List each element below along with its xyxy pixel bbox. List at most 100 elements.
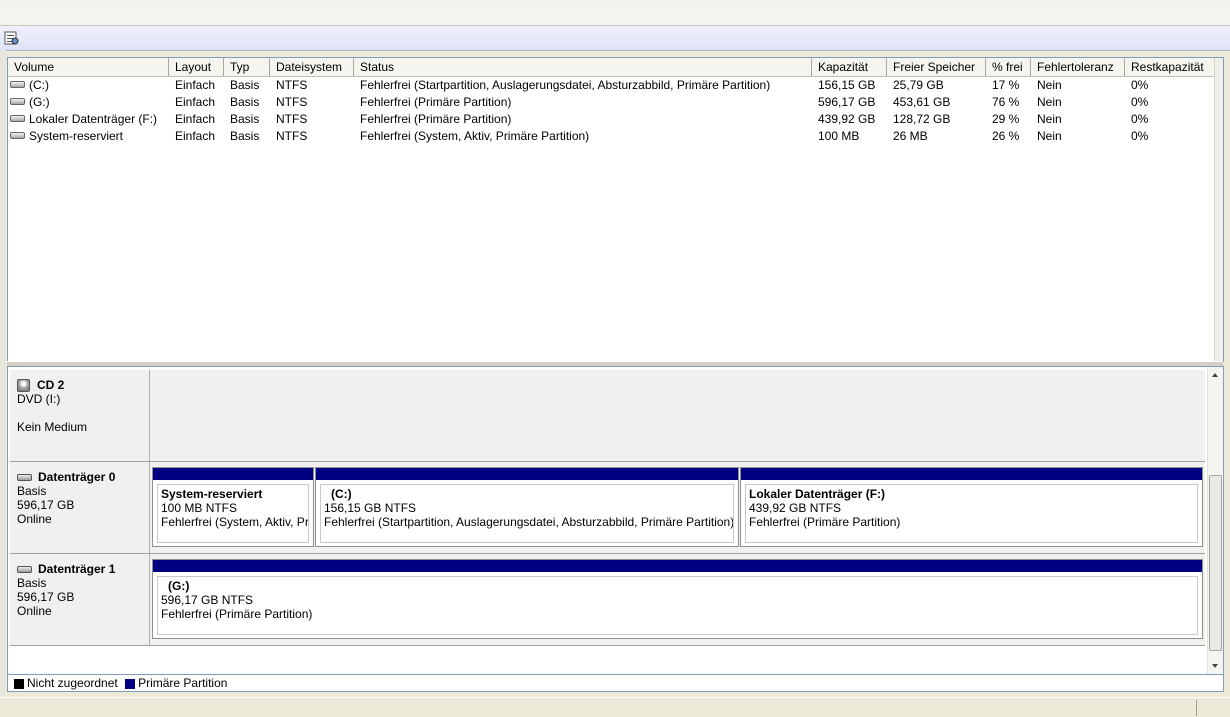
disk-name: CD 2 xyxy=(17,378,149,392)
disk-type: Basis xyxy=(17,484,47,498)
volume-row-f[interactable]: Lokaler Datenträger (F:) Einfach Basis N… xyxy=(8,111,1223,128)
column-header-status[interactable]: Status xyxy=(354,58,812,76)
disk-map-scrollbar[interactable] xyxy=(1207,367,1223,674)
disk-row-cd2[interactable]: CD 2 DVD (I:) Kein Medium xyxy=(10,370,1205,462)
volume-name: System-reserviert xyxy=(29,129,124,143)
disk-type: DVD (I:) xyxy=(17,392,61,406)
volume-cell-overhead: 0% xyxy=(1131,95,1149,109)
volume-row-system-reserved[interactable]: System-reserviert Einfach Basis NTFS Feh… xyxy=(8,128,1223,145)
partition-name: (G:) xyxy=(168,579,190,593)
volume-list: Volume Layout Typ Dateisystem Status Kap… xyxy=(7,57,1224,362)
partition-body: Lokaler Datenträger (F:) 439,92 GB NTFS … xyxy=(745,484,1198,543)
volume-cell-type: Basis xyxy=(230,78,260,92)
volume-cell-layout: Einfach xyxy=(175,78,216,92)
volume-cell-status: Fehlerfrei (System, Aktiv, Primäre Parti… xyxy=(360,129,590,143)
volume-cell-overhead: 0% xyxy=(1131,78,1149,92)
volume-cell-free-space: 25,79 GB xyxy=(893,78,944,92)
scroll-down-arrow-icon[interactable] xyxy=(1212,664,1218,668)
volume-cell-percent-free: 29 % xyxy=(992,112,1020,126)
column-header-free-space[interactable]: Freier Speicher xyxy=(887,58,986,76)
volume-cell-layout: Einfach xyxy=(175,112,216,126)
column-header-overhead[interactable]: Restkapazität xyxy=(1125,58,1215,76)
volume-cell-fault-tolerance: Nein xyxy=(1037,78,1062,92)
column-header-fault-tolerance[interactable]: Fehlertoleranz xyxy=(1031,58,1125,76)
volume-list-header: Volume Layout Typ Dateisystem Status Kap… xyxy=(8,58,1223,77)
partition-body: (G:) 596,17 GB NTFS Fehlerfrei (Primäre … xyxy=(157,576,1198,635)
volume-name: (C:) xyxy=(29,78,49,92)
volume-cell-free-space: 128,72 GB xyxy=(893,112,951,126)
partition-c[interactable]: (C:) 156,15 GB NTFS Fehlerfrei (Startpar… xyxy=(315,467,739,547)
legend-primary: Primäre Partition xyxy=(138,676,228,690)
unallocated-swatch xyxy=(14,678,24,689)
disk-state: Online xyxy=(17,512,52,526)
disk-title: Datenträger 1 xyxy=(38,562,116,576)
volume-cell-type: Basis xyxy=(230,129,260,143)
volume-list-scrollbar[interactable] xyxy=(1214,58,1223,361)
partition-bar xyxy=(741,468,1202,480)
disk-size: 596,17 GB xyxy=(17,498,75,512)
volume-cell-capacity: 100 MB xyxy=(818,129,860,143)
drive-icon xyxy=(10,98,25,106)
disk-title: CD 2 xyxy=(37,378,65,392)
status-separator xyxy=(1196,700,1197,716)
disk-type: Basis xyxy=(17,576,47,590)
volume-cell-filesystem: NTFS xyxy=(276,112,308,126)
partition-name: Lokaler Datenträger (F:) xyxy=(749,487,886,501)
volume-cell-filesystem: NTFS xyxy=(276,78,308,92)
volume-cell-filesystem: NTFS xyxy=(276,129,308,143)
disk-title: Datenträger 0 xyxy=(38,470,116,484)
disk-size xyxy=(17,406,149,420)
partition-status: Fehlerfrei (Primäre Partition) xyxy=(749,515,901,529)
volume-cell-layout: Einfach xyxy=(175,95,216,109)
partition-status: Fehlerfrei (System, Aktiv, Primäre Parti… xyxy=(161,515,309,529)
volume-cell-capacity: 596,17 GB xyxy=(818,95,876,109)
menu-bar xyxy=(0,8,1230,26)
volume-cell-name: (C:) xyxy=(8,77,169,94)
volume-cell-capacity: 439,92 GB xyxy=(818,112,876,126)
column-header-volume[interactable]: Volume xyxy=(8,58,169,76)
properties-icon[interactable] xyxy=(3,30,19,46)
column-header-capacity[interactable]: Kapazität xyxy=(812,58,887,76)
partition-name: (C:) xyxy=(331,487,352,501)
hard-disk-icon xyxy=(17,473,32,481)
volume-cell-name: Lokaler Datenträger (F:) xyxy=(8,111,169,128)
volume-cell-name: System-reserviert xyxy=(8,128,169,145)
disk-state: Online xyxy=(17,604,52,618)
volume-name: Lokaler Datenträger (F:) xyxy=(29,112,158,126)
volume-cell-status: Fehlerfrei (Startpartition, Auslagerungs… xyxy=(360,78,771,92)
cd-drive-icon xyxy=(17,378,30,392)
scroll-up-arrow-icon[interactable] xyxy=(1212,373,1218,377)
drive-icon xyxy=(10,132,25,140)
disk-map: CD 2 DVD (I:) Kein Medium Datenträger 0 … xyxy=(7,366,1224,675)
volume-cell-type: Basis xyxy=(230,112,260,126)
volume-cell-fault-tolerance: Nein xyxy=(1037,95,1062,109)
volume-row-c[interactable]: (C:) Einfach Basis NTFS Fehlerfrei (Star… xyxy=(8,77,1223,94)
partition-body: (C:) 156,15 GB NTFS Fehlerfrei (Startpar… xyxy=(320,484,734,543)
primary-partition-swatch xyxy=(125,678,136,689)
disk-row-1[interactable]: Datenträger 1 Basis 596,17 GB Online (G:… xyxy=(10,554,1205,646)
partition-size: 596,17 GB NTFS xyxy=(161,593,254,607)
volume-cell-status: Fehlerfrei (Primäre Partition) xyxy=(360,95,512,109)
volume-cell-fault-tolerance: Nein xyxy=(1037,129,1062,143)
disk-row-0[interactable]: Datenträger 0 Basis 596,17 GB Online Sys… xyxy=(10,462,1205,554)
partition-bar xyxy=(153,468,313,480)
volume-cell-free-space: 453,61 GB xyxy=(893,95,951,109)
partition-g[interactable]: (G:) 596,17 GB NTFS Fehlerfrei (Primäre … xyxy=(152,559,1203,639)
volume-cell-overhead: 0% xyxy=(1131,129,1149,143)
column-header-type[interactable]: Typ xyxy=(224,58,270,76)
partition-size: 156,15 GB NTFS xyxy=(324,501,417,515)
partition-f[interactable]: Lokaler Datenträger (F:) 439,92 GB NTFS … xyxy=(740,467,1203,547)
column-header-filesystem[interactable]: Dateisystem xyxy=(270,58,354,76)
scroll-thumb[interactable] xyxy=(1209,475,1222,651)
volume-row-g[interactable]: (G:) Einfach Basis NTFS Fehlerfrei (Prim… xyxy=(8,94,1223,111)
left-edge xyxy=(0,50,6,696)
drive-icon xyxy=(10,81,25,89)
disk-label: Datenträger 1 Basis 596,17 GB Online xyxy=(10,554,150,645)
column-header-percent-free[interactable]: % frei xyxy=(986,58,1031,76)
drive-icon xyxy=(10,115,25,123)
volume-cell-overhead: 0% xyxy=(1131,112,1149,126)
disk-label: Datenträger 0 Basis 596,17 GB Online xyxy=(10,462,150,553)
partition-system-reserved[interactable]: System-reserviert 100 MB NTFS Fehlerfrei… xyxy=(152,467,314,547)
volume-cell-capacity: 156,15 GB xyxy=(818,78,876,92)
column-header-layout[interactable]: Layout xyxy=(169,58,224,76)
